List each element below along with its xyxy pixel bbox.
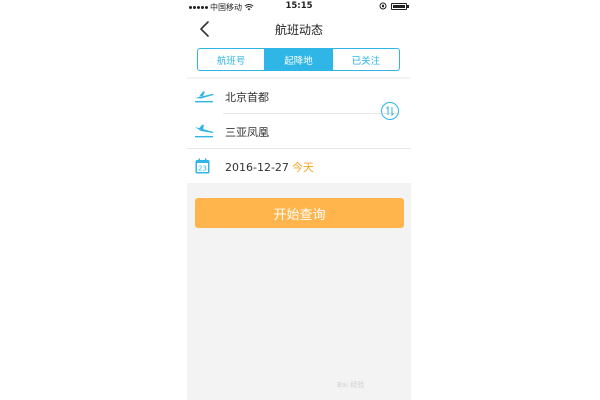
date-row[interactable]: 23 2016-12-27 今天: [187, 149, 411, 183]
calendar-icon: 23: [195, 158, 210, 174]
date-field[interactable]: 2016-12-27 今天: [225, 159, 314, 175]
tab-followed[interactable]: 已关注: [331, 49, 399, 70]
orientation-lock-icon: [379, 2, 387, 10]
battery-icon: [391, 2, 409, 10]
watermark: Bai 经验: [337, 381, 365, 389]
phone-screen: 中国移动 15:15 航班动态 航班号 起降地 已关注 北京首都 三亚凤凰 23…: [187, 0, 411, 400]
search-form: 北京首都 三亚凤凰 23 2016-12-27 今天: [187, 79, 411, 183]
tab-flight-number[interactable]: 航班号: [198, 49, 264, 70]
page-title: 航班动态: [274, 23, 323, 37]
status-time: 15:15: [285, 1, 313, 11]
nav-bar: 航班动态: [187, 14, 411, 44]
start-query-button[interactable]: 开始查询: [195, 198, 404, 228]
arrival-row[interactable]: 三亚凤凰: [187, 114, 411, 148]
status-right: [379, 2, 409, 10]
segmented-tabs: 航班号 起降地 已关注: [197, 48, 400, 71]
today-label: 今天: [291, 161, 314, 174]
date-value: 2016-12-27: [225, 161, 289, 174]
swap-arrows-icon: [386, 106, 394, 116]
departure-field[interactable]: 北京首都: [225, 89, 269, 105]
takeoff-icon: [195, 91, 214, 103]
landing-icon: [195, 124, 214, 138]
calendar-day-label: 23: [198, 165, 207, 173]
arrival-field[interactable]: 三亚凤凰: [225, 124, 269, 140]
departure-row[interactable]: 北京首都: [187, 79, 411, 113]
tabs-container: 航班号 起降地 已关注: [187, 44, 411, 77]
swap-button[interactable]: [381, 102, 399, 120]
status-bar: 中国移动 15:15: [187, 0, 411, 14]
tab-route[interactable]: 起降地: [264, 49, 332, 70]
